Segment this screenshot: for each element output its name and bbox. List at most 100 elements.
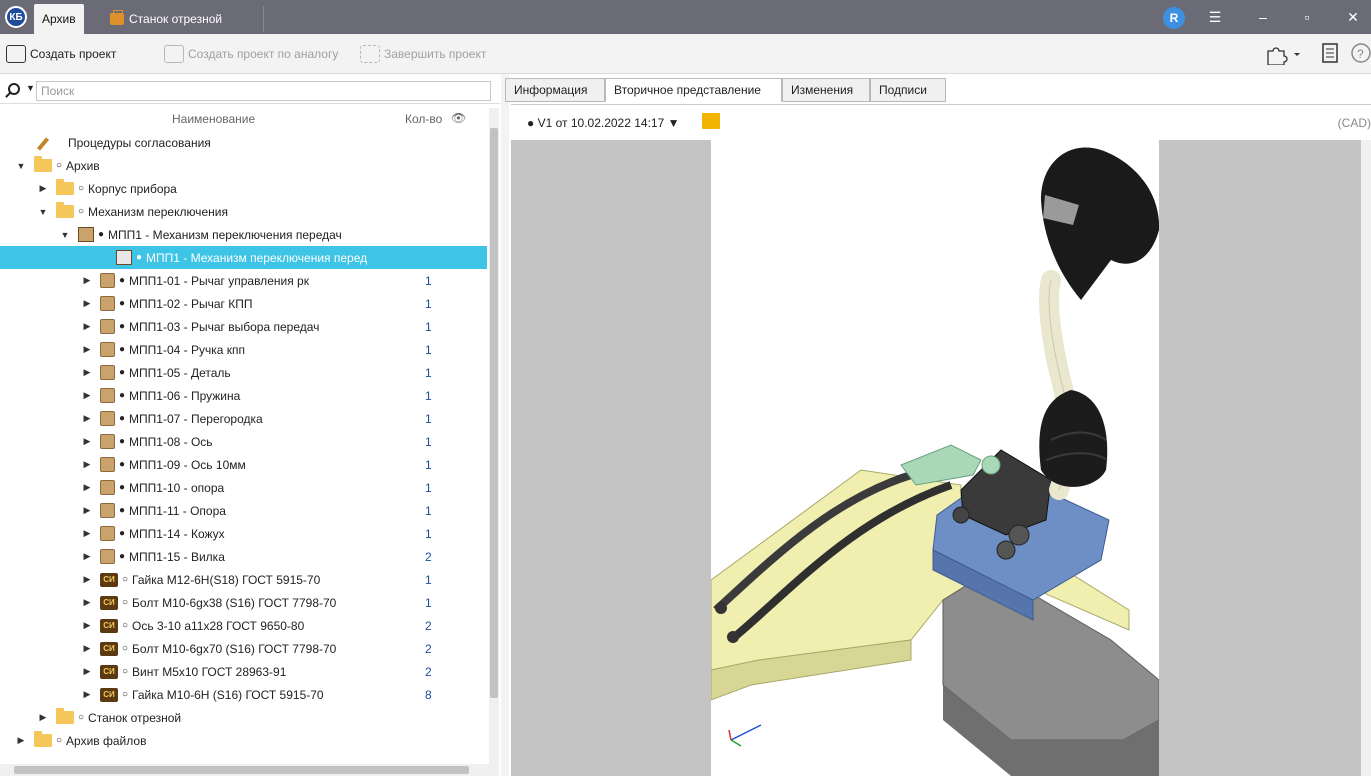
tree-item-label: МПП1-11 - Опора	[129, 503, 226, 518]
expand-right-icon[interactable]: ▶	[82, 344, 92, 355]
finish-project-button[interactable]: Завершить проект	[360, 43, 486, 65]
tree-item-standard[interactable]: ▶ СИ ○ Болт М10-6gх70 (S16) ГОСТ 7798-70 2	[0, 637, 487, 660]
tab-information[interactable]: Информация	[505, 78, 605, 102]
tree-item-part[interactable]: ▶ ● МПП1-07 - Перегородка 1	[0, 407, 487, 430]
create-project-button[interactable]: Создать проект	[6, 43, 116, 65]
checkered-flag-icon	[360, 45, 380, 63]
tree-item-qty: 1	[425, 595, 432, 610]
cad-viewport[interactable]	[511, 140, 1371, 776]
status-icon: ●	[119, 275, 126, 286]
tree-item-part[interactable]: ▶ ● МПП1-03 - Рычаг выбора передач 1	[0, 315, 487, 338]
eye-icon[interactable]: 👁	[451, 111, 466, 125]
menu-icon[interactable]: ☰	[1200, 5, 1230, 29]
expand-right-icon[interactable]: ▶	[82, 597, 92, 608]
tree-item-files[interactable]: ▶ ○ Архив файлов	[0, 729, 487, 752]
tree-item-part[interactable]: ▶ ● МПП1-02 - Рычаг КПП 1	[0, 292, 487, 315]
viewport-scrollbar[interactable]	[1361, 140, 1371, 776]
status-icon: ○	[56, 735, 63, 746]
create-by-analogy-button[interactable]: Создать проект по аналогу	[164, 43, 338, 65]
expand-right-icon[interactable]: ▶	[82, 390, 92, 401]
tree-item-part[interactable]: ▶ ● МПП1-06 - Пружина 1	[0, 384, 487, 407]
tab-label: Изменения	[791, 83, 854, 97]
expand-right-icon[interactable]: ▶	[82, 689, 92, 700]
tree-item-qty: 1	[425, 411, 432, 426]
tree-item-part[interactable]: ▶ ● МПП1-05 - Деталь 1	[0, 361, 487, 384]
comment-icon[interactable]	[702, 113, 720, 129]
tree-item-standard[interactable]: ▶ СИ ○ Ось 3-10 а11х28 ГОСТ 9650-80 2	[0, 614, 487, 637]
scrollbar-thumb[interactable]	[14, 766, 469, 774]
search-input[interactable]	[36, 81, 491, 101]
column-qty[interactable]: Кол-во	[405, 112, 442, 126]
tab-label: Информация	[514, 83, 588, 97]
tree-item-part[interactable]: ▶ ● МПП1-15 - Вилка 2	[0, 545, 487, 568]
status-icon: ●	[136, 252, 143, 263]
close-icon[interactable]: ✕	[1338, 5, 1368, 29]
tree-item-standard[interactable]: ▶ СИ ○ Винт М5х10 ГОСТ 28963-91 2	[0, 660, 487, 683]
column-name[interactable]: Наименование	[172, 112, 255, 126]
status-icon: ●	[119, 298, 126, 309]
expand-right-icon[interactable]: ▶	[82, 436, 92, 447]
tree-item-qty: 1	[425, 526, 432, 541]
expand-right-icon[interactable]: ▶	[16, 735, 26, 746]
tree-header: Наименование Кол-во 👁	[0, 108, 487, 130]
tree-item-archive[interactable]: ▼ ○ Архив	[0, 154, 487, 177]
expand-right-icon[interactable]: ▶	[82, 298, 92, 309]
tree-item-part[interactable]: ▶ ● МПП1-11 - Опора 1	[0, 499, 487, 522]
tree-item-standard[interactable]: ▶ СИ ○ Гайка М12-6Н(S18) ГОСТ 5915-70 1	[0, 568, 487, 591]
tree-item-part[interactable]: ▶ ● МПП1-09 - Ось 10мм 1	[0, 453, 487, 476]
expand-right-icon[interactable]: ▶	[82, 413, 92, 424]
tree-item-standard[interactable]: ▶ СИ ○ Гайка М10-6Н (S16) ГОСТ 5915-70 8	[0, 683, 487, 706]
expand-right-icon[interactable]: ▶	[82, 620, 92, 631]
report-icon[interactable]	[1320, 42, 1340, 64]
tree-item-body[interactable]: ▶ ○ Корпус прибора	[0, 177, 487, 200]
tab-archive[interactable]: Архив	[34, 4, 84, 34]
expand-right-icon[interactable]: ▶	[38, 712, 48, 723]
tree-item-mechanism[interactable]: ▼ ○ Механизм переключения	[0, 200, 487, 223]
tab-secondary-view[interactable]: Вторичное представление	[605, 78, 782, 102]
minimize-icon[interactable]: –	[1248, 5, 1278, 29]
expand-down-icon[interactable]: ▼	[60, 230, 70, 240]
tree-item-part[interactable]: ▶ ● МПП1-08 - Ось 1	[0, 430, 487, 453]
expand-down-icon[interactable]: ▼	[16, 161, 26, 171]
scrollbar-thumb[interactable]	[490, 128, 498, 698]
expand-right-icon[interactable]: ▶	[38, 183, 48, 194]
tree-item-part[interactable]: ▶ ● МПП1-04 - Ручка кпп 1	[0, 338, 487, 361]
expand-right-icon[interactable]: ▶	[82, 551, 92, 562]
tree-item-mpp1[interactable]: ▼ ● МПП1 - Механизм переключения передач	[0, 223, 487, 246]
tab-changes[interactable]: Изменения	[782, 78, 870, 102]
plugin-icon[interactable]	[1264, 43, 1304, 65]
expand-right-icon[interactable]: ▶	[82, 505, 92, 516]
expand-right-icon[interactable]: ▶	[82, 367, 92, 378]
tree-item-mpp1-document[interactable]: ● МПП1 - Механизм переключения перед	[0, 246, 487, 269]
expand-right-icon[interactable]: ▶	[82, 321, 92, 332]
tab-signatures[interactable]: Подписи	[870, 78, 946, 102]
search-icon[interactable]	[8, 83, 20, 95]
tree-item-part[interactable]: ▶ ● МПП1-10 - опора 1	[0, 476, 487, 499]
tree-item-approval[interactable]: Процедуры согласования	[0, 131, 487, 154]
status-icon: ○	[78, 206, 85, 217]
tree-vertical-scrollbar[interactable]	[489, 108, 499, 764]
tab-machine[interactable]: Станок отрезной	[102, 4, 231, 34]
expand-right-icon[interactable]: ▶	[82, 666, 92, 677]
expand-right-icon[interactable]: ▶	[82, 482, 92, 493]
tree-item-part[interactable]: ▶ ● МПП1-01 - Рычаг управления рк 1	[0, 269, 487, 292]
expand-right-icon[interactable]: ▶	[82, 459, 92, 470]
status-icon: ●	[119, 390, 126, 401]
restore-icon[interactable]: ▫	[1292, 5, 1322, 29]
version-select[interactable]: ● V1 от 10.02.2022 14:17 ▼	[527, 116, 680, 130]
tree-item-standard[interactable]: ▶ СИ ○ Болт М10-6gх38 (S16) ГОСТ 7798-70 1	[0, 591, 487, 614]
part-icon	[100, 319, 115, 334]
tree-horizontal-scrollbar[interactable]	[0, 764, 499, 776]
panel-splitter[interactable]	[501, 74, 509, 776]
tree-item-machine[interactable]: ▶ ○ Станок отрезной	[0, 706, 487, 729]
expand-right-icon[interactable]: ▶	[82, 275, 92, 286]
help-icon[interactable]: ?	[1350, 42, 1371, 64]
tree-item-part[interactable]: ▶ ● МПП1-14 - Кожух 1	[0, 522, 487, 545]
expand-right-icon[interactable]: ▶	[82, 574, 92, 585]
expand-right-icon[interactable]: ▶	[82, 643, 92, 654]
user-avatar[interactable]: R	[1163, 7, 1185, 29]
tree-item-qty: 1	[425, 572, 432, 587]
chevron-down-icon[interactable]: ▼	[26, 83, 35, 93]
expand-down-icon[interactable]: ▼	[38, 207, 48, 217]
expand-right-icon[interactable]: ▶	[82, 528, 92, 539]
